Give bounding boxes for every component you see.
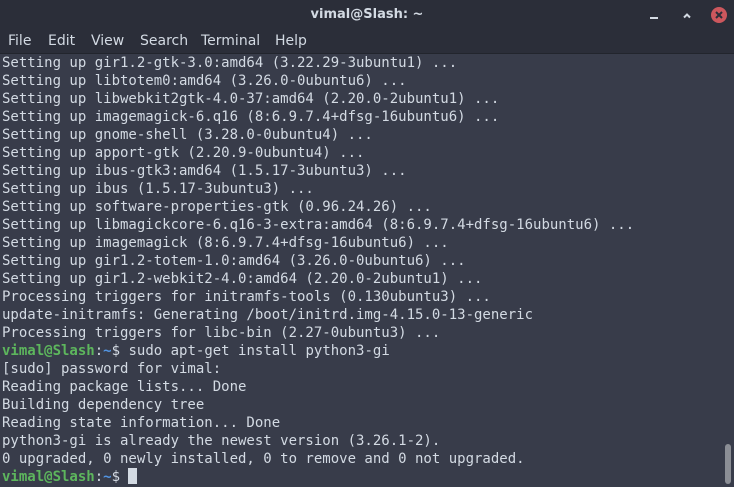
menu-search[interactable]: Search — [140, 30, 188, 53]
output-line: Setting up software-properties-gtk (0.96… — [2, 199, 432, 215]
close-icon — [715, 11, 723, 19]
prompt-separator: : — [94, 469, 104, 485]
output-line: python3-gi is already the newest version… — [2, 433, 441, 449]
output-line: Processing triggers for initramfs-tools … — [2, 289, 491, 305]
output-line: Setting up libwebkit2gtk-4.0-37:amd64 (2… — [2, 91, 500, 107]
output-line: Setting up gir1.2-gtk-3.0:amd64 (3.22.29… — [2, 55, 458, 71]
prompt-user-host: vimal@Slash — [2, 469, 95, 485]
prompt-line: vimal@Slash:~$ sudo apt-get install pyth… — [2, 342, 720, 360]
output-line: 0 upgraded, 0 newly installed, 0 to remo… — [2, 451, 525, 467]
output-line: Building dependency tree — [2, 397, 205, 413]
output-line: update-initramfs: Generating /boot/initr… — [2, 307, 534, 323]
menu-bar: File Edit View Search Terminal Help — [0, 30, 734, 54]
menu-edit[interactable]: Edit — [48, 30, 75, 53]
minimize-button[interactable] — [646, 7, 662, 23]
prompt-input[interactable] — [120, 469, 128, 485]
prompt-separator: : — [94, 343, 104, 359]
output-line: Setting up imagemagick (8:6.9.7.4+dfsg-1… — [2, 235, 449, 251]
output-line: [sudo] password for vimal: — [2, 361, 222, 377]
minimize-icon — [650, 17, 658, 19]
output-line: Setting up ibus (1.5.17-3ubuntu3) ... — [2, 181, 314, 197]
prompt-path: ~ — [103, 343, 112, 359]
title-bar[interactable]: vimal@Slash: ~ — [0, 0, 734, 30]
output-line: Setting up imagemagick-6.q16 (8:6.9.7.4+… — [2, 109, 500, 125]
output-line: Setting up gir1.2-webkit2-4.0:amd64 (2.2… — [2, 271, 483, 287]
prompt-symbol: $ — [111, 343, 121, 359]
menu-help[interactable]: Help — [275, 30, 307, 53]
window-title: vimal@Slash: ~ — [310, 7, 424, 22]
menu-terminal[interactable]: Terminal — [201, 30, 260, 53]
output-line: Reading package lists... Done — [2, 379, 247, 395]
output-line: Setting up gir1.2-totem-1.0:amd64 (3.26.… — [2, 253, 466, 269]
prompt-user-host: vimal@Slash — [2, 343, 95, 359]
active-prompt-line[interactable]: vimal@Slash:~$ — [2, 468, 720, 486]
prompt-path: ~ — [103, 469, 112, 485]
output-line: Setting up libmagickcore-6.q16-3-extra:a… — [2, 217, 635, 233]
maximize-icon — [683, 13, 691, 19]
output-line: Setting up libtotem0:amd64 (3.26.0-0ubun… — [2, 73, 407, 89]
terminal-lines: Setting up gir1.2-gtk-3.0:amd64 (3.22.29… — [2, 54, 720, 486]
maximize-button[interactable] — [679, 7, 695, 23]
output-line: Setting up gnome-shell (3.28.0-0ubuntu4)… — [2, 127, 373, 143]
output-line: Setting up ibus-gtk3:amd64 (1.5.17-3ubun… — [2, 163, 407, 179]
menu-view[interactable]: View — [91, 30, 124, 53]
prompt-symbol: $ — [111, 469, 121, 485]
close-button[interactable] — [711, 7, 727, 23]
output-line: Reading state information... Done — [2, 415, 281, 431]
terminal-output-area[interactable]: Setting up gir1.2-gtk-3.0:amd64 (3.22.29… — [0, 54, 722, 487]
output-line: Processing triggers for libc-bin (2.27-0… — [2, 325, 441, 341]
terminal-window: vimal@Slash: ~ File Edit View Search Ter… — [0, 0, 734, 487]
prompt-command: sudo apt-get install python3-gi — [120, 343, 390, 359]
scrollbar-thumb[interactable] — [725, 444, 731, 484]
menu-file[interactable]: File — [8, 30, 31, 53]
text-cursor — [128, 468, 138, 484]
vertical-scrollbar[interactable] — [722, 54, 734, 487]
output-line: Setting up apport-gtk (2.20.9-0ubuntu4) … — [2, 145, 365, 161]
